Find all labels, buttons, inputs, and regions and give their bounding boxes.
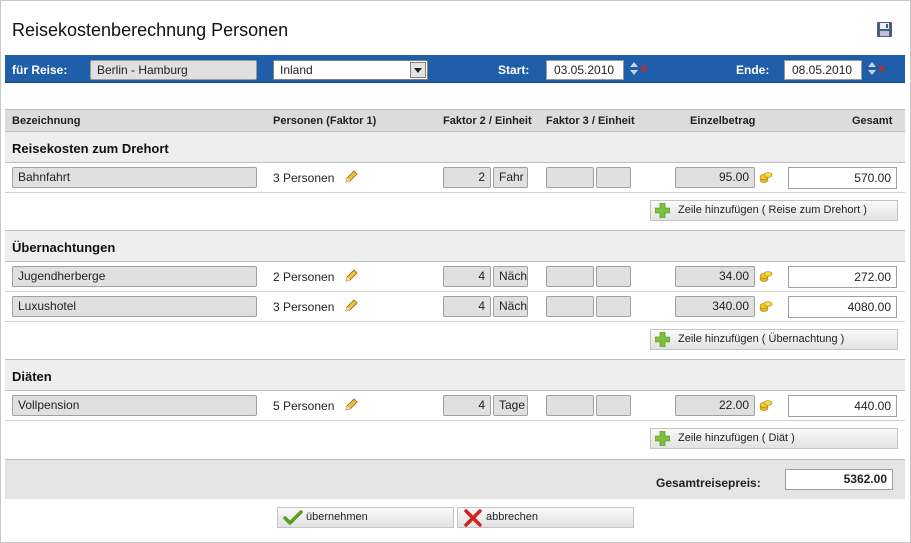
unit-price[interactable]: 95.00 — [675, 167, 755, 188]
total-value: 5362.00 — [785, 469, 893, 490]
edit-pencil-icon[interactable] — [343, 397, 359, 413]
cancel-label: abbrechen — [486, 511, 538, 523]
unit-price[interactable]: 34.00 — [675, 266, 755, 287]
factor3-value[interactable] — [546, 296, 594, 317]
end-date-spinner-icon[interactable] — [868, 62, 876, 76]
row-divider — [5, 321, 905, 322]
row-divider — [5, 420, 905, 421]
factor2-value[interactable]: 4 — [443, 266, 491, 287]
coins-icon[interactable] — [759, 269, 773, 283]
factor3-unit[interactable] — [596, 167, 631, 188]
factor2-value[interactable]: 2 — [443, 167, 491, 188]
add-row-label: Zeile hinzufügen ( Übernachtung ) — [678, 333, 845, 345]
section-header: Diäten — [5, 359, 905, 391]
edit-pencil-icon[interactable] — [343, 268, 359, 284]
factor2-value[interactable]: 4 — [443, 296, 491, 317]
start-date-input[interactable]: 03.05.2010 — [546, 60, 624, 80]
factor3-unit[interactable] — [596, 395, 631, 416]
start-date-clear-icon[interactable]: × — [640, 62, 648, 75]
plus-icon — [655, 203, 670, 218]
row-total[interactable]: 440.00 — [788, 395, 897, 417]
add-row-button[interactable]: Zeile hinzufügen ( Diät ) — [650, 428, 898, 449]
persons-count: 3 Personen — [273, 300, 335, 314]
unit-price[interactable]: 22.00 — [675, 395, 755, 416]
item-name-field[interactable]: Vollpension — [12, 395, 257, 416]
row-total[interactable]: 570.00 — [788, 167, 897, 189]
factor2-unit[interactable]: Näch — [493, 266, 528, 287]
col-einzelbetrag: Einzelbetrag — [690, 115, 756, 127]
factor3-value[interactable] — [546, 395, 594, 416]
col-faktor2: Faktor 2 / Einheit — [443, 115, 532, 127]
coins-icon[interactable] — [759, 299, 773, 313]
plus-icon — [655, 431, 670, 446]
add-row-button[interactable]: Zeile hinzufügen ( Reise zum Drehort ) — [650, 200, 898, 221]
persons-count: 2 Personen — [273, 270, 335, 284]
start-label: Start: — [498, 63, 530, 77]
add-row-button[interactable]: Zeile hinzufügen ( Übernachtung ) — [650, 329, 898, 350]
total-label: Gesamtreisepreis: — [656, 476, 761, 490]
accept-button[interactable]: übernehmen — [277, 507, 454, 528]
item-name-field[interactable]: Luxushotel — [12, 296, 257, 317]
factor2-unit[interactable]: Tage — [493, 395, 528, 416]
trip-label: für Reise: — [12, 63, 68, 77]
cancel-button[interactable]: abbrechen — [457, 507, 634, 528]
page-title: Reisekostenberechnung Personen — [12, 20, 289, 40]
col-bezeichnung: Bezeichnung — [12, 115, 81, 127]
factor3-unit[interactable] — [596, 266, 631, 287]
save-icon[interactable] — [876, 21, 893, 38]
persons-count: 5 Personen — [273, 399, 335, 413]
trip-type-select[interactable]: Inland — [273, 60, 428, 80]
factor2-unit[interactable]: Fahr — [493, 167, 528, 188]
edit-pencil-icon[interactable] — [343, 298, 359, 314]
factor3-value[interactable] — [546, 266, 594, 287]
unit-price[interactable]: 340.00 — [675, 296, 755, 317]
cancel-x-icon — [464, 509, 482, 527]
end-label: Ende: — [736, 63, 770, 77]
checkmark-icon — [283, 510, 303, 525]
col-faktor3: Faktor 3 / Einheit — [546, 115, 635, 127]
col-gesamt: Gesamt — [852, 115, 893, 127]
chevron-down-icon[interactable] — [410, 62, 426, 78]
col-personen: Personen (Faktor 1) — [273, 115, 377, 127]
item-name-field[interactable]: Bahnfahrt — [12, 167, 257, 188]
section-header: Übernachtungen — [5, 230, 905, 262]
coins-icon[interactable] — [759, 170, 773, 184]
factor3-unit[interactable] — [596, 296, 631, 317]
row-divider — [5, 291, 905, 292]
coins-icon[interactable] — [759, 398, 773, 412]
edit-pencil-icon[interactable] — [343, 169, 359, 185]
section-header: Reisekosten zum Drehort — [5, 131, 905, 163]
section-title: Reisekosten zum Drehort — [12, 141, 169, 156]
plus-icon — [655, 332, 670, 347]
end-date-input[interactable]: 08.05.2010 — [784, 60, 862, 80]
item-name-field[interactable]: Jugendherberge — [12, 266, 257, 287]
section-title: Übernachtungen — [12, 240, 116, 255]
factor2-unit[interactable]: Näch — [493, 296, 528, 317]
start-date-spinner-icon[interactable] — [630, 62, 638, 76]
persons-count: 3 Personen — [273, 171, 335, 185]
row-divider — [5, 192, 905, 193]
row-total[interactable]: 4080.00 — [788, 296, 897, 318]
trip-type-value: Inland — [280, 63, 313, 77]
row-total[interactable]: 272.00 — [788, 266, 897, 288]
factor3-value[interactable] — [546, 167, 594, 188]
trip-name-field[interactable]: Berlin - Hamburg — [90, 60, 257, 80]
add-row-label: Zeile hinzufügen ( Diät ) — [678, 432, 795, 444]
section-title: Diäten — [12, 369, 52, 384]
accept-label: übernehmen — [306, 511, 368, 523]
total-bar — [5, 459, 905, 499]
end-date-clear-icon[interactable]: × — [878, 62, 886, 75]
add-row-label: Zeile hinzufügen ( Reise zum Drehort ) — [678, 204, 867, 216]
factor2-value[interactable]: 4 — [443, 395, 491, 416]
